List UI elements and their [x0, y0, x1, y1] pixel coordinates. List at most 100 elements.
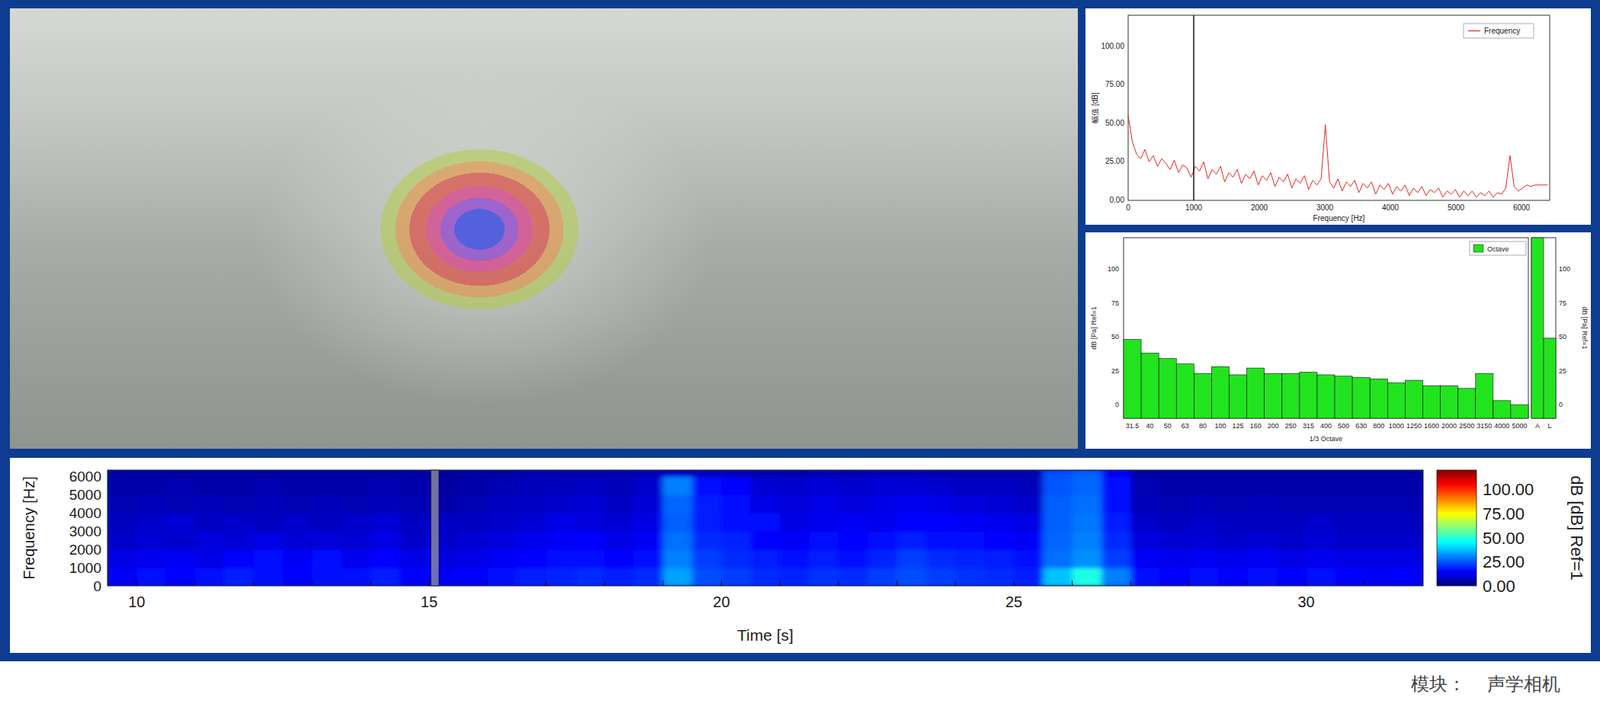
spectrogram-cell	[1101, 513, 1132, 533]
spectrogram-cell	[897, 494, 927, 514]
legend-swatch-icon	[1473, 244, 1484, 253]
spectrogram-cell	[604, 476, 635, 496]
spectrogram-cell	[1394, 494, 1424, 514]
spectrogram-cell	[1189, 567, 1219, 587]
spectrogram-cell	[1013, 549, 1044, 569]
spectrogram-cell	[487, 476, 518, 496]
time-cursor[interactable]	[431, 470, 440, 587]
octave-panel: 31.5405063801001251602002503154005006308…	[1085, 232, 1591, 449]
spectrogram-cell	[604, 567, 635, 587]
spectrogram-cell	[1335, 494, 1366, 514]
spectrogram-cell	[1160, 494, 1190, 514]
octave-bar	[1493, 400, 1511, 419]
spectrogram-cell	[1364, 567, 1395, 587]
spectrogram-cell	[721, 494, 751, 514]
x-tick: 63	[1181, 422, 1190, 430]
spectrogram-cell	[400, 476, 430, 496]
spectrogram-cell	[1218, 476, 1249, 496]
y-tick: 5000	[69, 487, 102, 504]
spectrum-panel: 0.0025.0050.0075.00100.00010002000300040…	[1085, 8, 1591, 225]
spectrogram-cell	[1394, 513, 1424, 533]
spectrogram-cell	[136, 476, 167, 496]
octave-bar	[1176, 364, 1194, 419]
plot-area	[1123, 237, 1529, 419]
spectrogram-cell	[516, 470, 547, 478]
spectrogram-cell	[1394, 476, 1424, 496]
total-bar	[1531, 237, 1544, 419]
spectrogram-cell	[400, 549, 430, 569]
x-tick: 30	[1297, 593, 1315, 611]
spectrogram-cell	[692, 494, 722, 514]
spectrogram-cell	[1130, 470, 1161, 478]
frequency-cursor[interactable]	[1192, 15, 1195, 201]
spectrogram-cell	[1394, 470, 1424, 478]
x-tick: 40	[1146, 422, 1155, 430]
spectrogram-cell	[1042, 549, 1073, 569]
right-y-tick: 0	[1558, 400, 1563, 409]
minor-tick	[370, 580, 372, 587]
colorbar	[1436, 470, 1477, 587]
minor-tick	[487, 580, 488, 587]
minor-tick	[136, 580, 138, 587]
sound-heatmap	[380, 149, 579, 310]
x-tick: 800	[1372, 422, 1385, 430]
octave-bar	[1334, 376, 1353, 419]
spectrogram-cell	[1247, 494, 1278, 514]
spectrogram-cell	[692, 549, 722, 569]
right-y-tick: 50	[1558, 333, 1567, 341]
x-axis-label: Frequency [Hz]	[1313, 214, 1366, 223]
spectrogram-cell	[750, 567, 781, 587]
spectrogram-cell	[1218, 513, 1249, 533]
spectrogram-cell	[341, 531, 372, 551]
octave-chart[interactable]: 31.5405063801001251602002503154005006308…	[1085, 232, 1591, 449]
legend-box	[1469, 241, 1527, 256]
spectrogram-cell	[1130, 531, 1161, 551]
spectrogram-cell	[107, 531, 138, 551]
spectrogram-cell	[955, 549, 985, 569]
spectrogram-cell	[809, 513, 840, 533]
spectrogram-cell	[311, 567, 342, 587]
spectrogram-cell	[458, 513, 488, 533]
legend: Frequency	[1463, 23, 1534, 39]
spectrogram-cell	[984, 531, 1015, 551]
spectrogram-cell	[633, 476, 664, 496]
x-tick: 15	[420, 593, 438, 611]
spectrogram-cell	[195, 470, 225, 478]
spectrogram-cell	[633, 470, 664, 478]
spectrogram-cell	[1042, 531, 1073, 551]
spectrogram-cell	[575, 531, 606, 551]
spectrogram-cell	[1189, 531, 1219, 551]
spectrogram-cell	[487, 494, 518, 514]
spectrogram-cell	[1394, 549, 1424, 569]
x-tick: 31.5	[1125, 422, 1140, 430]
spectrogram-chart[interactable]: 01000200030004000500060001015202530Time …	[9, 458, 1591, 653]
x-tick: 315	[1302, 422, 1315, 430]
spectrogram-cell	[1013, 513, 1044, 533]
spectrogram-cell	[341, 494, 372, 514]
spectrogram-cell	[224, 513, 254, 533]
spectrum-chart[interactable]: 0.0025.0050.0075.00100.00010002000300040…	[1085, 8, 1591, 225]
spectrogram-cell	[984, 567, 1015, 587]
spectrogram-cell	[721, 513, 751, 533]
spectrogram-cell	[1276, 470, 1307, 478]
spectrogram-cell	[545, 549, 576, 569]
spectrogram-cell	[107, 549, 138, 569]
spectrogram-cell	[458, 476, 488, 496]
camera-view[interactable]	[9, 8, 1078, 449]
side-charts: 0.0025.0050.0075.00100.00010002000300040…	[1085, 8, 1591, 449]
spectrogram-cell	[166, 494, 196, 514]
spectrogram-cell	[1160, 567, 1190, 587]
spectrogram-cell	[195, 531, 225, 551]
spectrogram-cell	[604, 513, 635, 533]
spectrogram-cell	[955, 470, 985, 478]
spectrogram-cell	[1306, 549, 1337, 569]
x-tick: 2000	[1441, 422, 1457, 430]
spectrogram-cell	[604, 470, 635, 478]
spectrogram-cell	[663, 476, 693, 496]
spectrogram-cell	[926, 549, 956, 569]
y-tick: 75	[1111, 299, 1120, 308]
spectrogram-cell	[692, 513, 722, 533]
spectrogram-cell	[1101, 549, 1132, 569]
x-tick: 1250	[1406, 422, 1422, 430]
spectrogram-cell	[955, 513, 985, 533]
